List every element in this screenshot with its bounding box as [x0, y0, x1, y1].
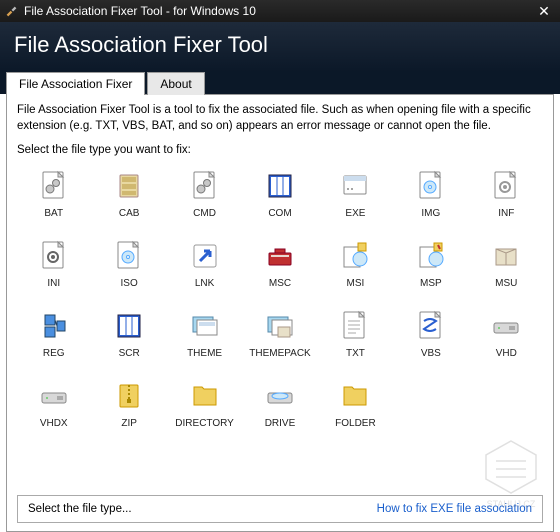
toolbox-icon	[262, 238, 298, 274]
filetype-label: FOLDER	[335, 418, 376, 429]
filetype-img[interactable]: IMG	[394, 164, 467, 232]
filetype-ini[interactable]: INI	[17, 234, 90, 302]
filetype-msu[interactable]: MSU	[470, 234, 543, 302]
filetype-label: REG	[43, 348, 65, 359]
file-type-grid: BAT CAB CMD COM EXE IMG INF INI ISO LNK MSC MSI MSP M…	[17, 162, 543, 491]
filetype-label: VHD	[496, 348, 517, 359]
filetype-label: THEMEPACK	[249, 348, 311, 359]
filetype-label: ISO	[121, 278, 138, 289]
tab-about[interactable]: About	[147, 72, 204, 95]
filetype-label: LNK	[195, 278, 214, 289]
filetype-label: VBS	[421, 348, 441, 359]
folder-icon	[337, 378, 373, 414]
cabinet-icon	[111, 168, 147, 204]
installer-icon	[337, 238, 373, 274]
filetype-folder[interactable]: FOLDER	[319, 374, 392, 442]
filetype-label: COM	[268, 208, 291, 219]
filetype-vhd[interactable]: VHD	[470, 304, 543, 372]
filetype-cmd[interactable]: CMD	[168, 164, 241, 232]
filetype-label: ZIP	[121, 418, 137, 429]
window-icon	[337, 168, 373, 204]
filetype-label: INF	[498, 208, 514, 219]
blue-grid-icon	[262, 168, 298, 204]
filetype-zip[interactable]: ZIP	[92, 374, 165, 442]
filetype-reg[interactable]: REG	[17, 304, 90, 372]
tab-strip: File Association Fixer About	[0, 71, 560, 94]
status-bar: Select the file type... How to fix EXE f…	[17, 495, 543, 523]
gear-page-icon	[36, 168, 72, 204]
installer-patch-icon	[413, 238, 449, 274]
filetype-msp[interactable]: MSP	[394, 234, 467, 302]
filetype-label: BAT	[44, 208, 63, 219]
filetype-vbs[interactable]: VBS	[394, 304, 467, 372]
title-bar: File Association Fixer Tool - for Window…	[0, 0, 560, 22]
disc-page-icon	[413, 168, 449, 204]
prompt-text: Select the file type you want to fix:	[17, 144, 543, 156]
main-panel: File Association Fixer Tool is a tool to…	[6, 94, 554, 532]
drive-icon	[488, 308, 524, 344]
filetype-label: DIRECTORY	[175, 418, 234, 429]
filetype-label: EXE	[345, 208, 365, 219]
zip-icon	[111, 378, 147, 414]
filetype-label: MSU	[495, 278, 517, 289]
blue-grid-icon	[111, 308, 147, 344]
drive-icon	[36, 378, 72, 414]
filetype-label: CMD	[193, 208, 216, 219]
filetype-label: VHDX	[40, 418, 68, 429]
filetype-label: INI	[47, 278, 60, 289]
text-file-icon	[337, 308, 373, 344]
app-icon	[4, 4, 18, 18]
tab-main[interactable]: File Association Fixer	[6, 72, 145, 95]
filetype-label: IMG	[421, 208, 440, 219]
filetype-drive[interactable]: DRIVE	[243, 374, 316, 442]
app-title: File Association Fixer Tool	[14, 32, 546, 58]
filetype-vhdx[interactable]: VHDX	[17, 374, 90, 442]
filetype-inf[interactable]: INF	[470, 164, 543, 232]
filetype-cab[interactable]: CAB	[92, 164, 165, 232]
shortcut-icon	[187, 238, 223, 274]
script-icon	[413, 308, 449, 344]
filetype-msi[interactable]: MSI	[319, 234, 392, 302]
filetype-label: CAB	[119, 208, 140, 219]
filetype-label: DRIVE	[265, 418, 296, 429]
filetype-com[interactable]: COM	[243, 164, 316, 232]
package-icon	[488, 238, 524, 274]
filetype-label: MSI	[347, 278, 365, 289]
filetype-directory[interactable]: DIRECTORY	[168, 374, 241, 442]
help-link[interactable]: How to fix EXE file association	[377, 503, 532, 515]
folder-icon	[187, 378, 223, 414]
gear-page-icon	[187, 168, 223, 204]
filetype-theme[interactable]: THEME	[168, 304, 241, 372]
theme-pack-icon	[262, 308, 298, 344]
filetype-label: SCR	[119, 348, 140, 359]
window-title: File Association Fixer Tool - for Window…	[24, 4, 532, 18]
description-text: File Association Fixer Tool is a tool to…	[17, 103, 543, 134]
filetype-msc[interactable]: MSC	[243, 234, 316, 302]
filetype-exe[interactable]: EXE	[319, 164, 392, 232]
filetype-bat[interactable]: BAT	[17, 164, 90, 232]
filetype-themepack[interactable]: THEMEPACK	[243, 304, 316, 372]
disc-page-icon	[111, 238, 147, 274]
status-text: Select the file type...	[28, 503, 132, 515]
gear-file-dark-icon	[36, 238, 72, 274]
registry-icon	[36, 308, 72, 344]
close-button[interactable]: ✕	[532, 3, 556, 20]
filetype-label: TXT	[346, 348, 365, 359]
filetype-txt[interactable]: TXT	[319, 304, 392, 372]
header-banner: File Association Fixer Tool	[0, 22, 560, 72]
filetype-label: THEME	[187, 348, 222, 359]
filetype-label: MSP	[420, 278, 442, 289]
filetype-scr[interactable]: SCR	[92, 304, 165, 372]
filetype-lnk[interactable]: LNK	[168, 234, 241, 302]
filetype-iso[interactable]: ISO	[92, 234, 165, 302]
theme-icon	[187, 308, 223, 344]
filetype-label: MSC	[269, 278, 291, 289]
drive-disc-icon	[262, 378, 298, 414]
gear-file-icon	[488, 168, 524, 204]
